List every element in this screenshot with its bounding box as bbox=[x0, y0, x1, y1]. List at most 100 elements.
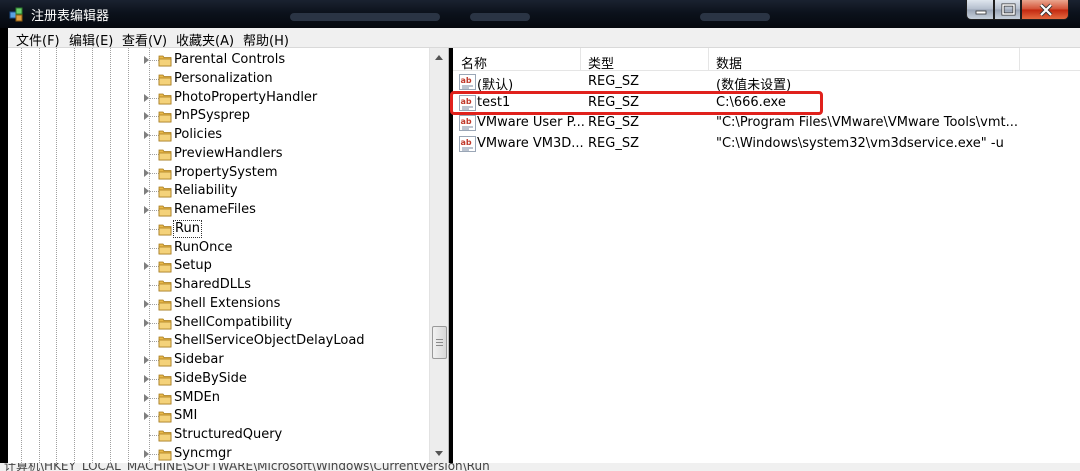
close-button[interactable] bbox=[1021, 0, 1069, 20]
folder-icon bbox=[158, 72, 173, 87]
value-data: "C:\Program Files\VMware\VMware Tools\vm… bbox=[716, 115, 1019, 130]
svg-text:ab: ab bbox=[461, 117, 472, 126]
tree-scrollbar[interactable] bbox=[429, 48, 448, 463]
folder-icon bbox=[158, 91, 173, 106]
value-name: VMware VM3D... bbox=[477, 135, 584, 151]
status-bar: 计算机\HKEY_LOCAL_MACHINE\SOFTWARE\Microsof… bbox=[0, 463, 1080, 471]
tree-item[interactable]: Sidebar bbox=[8, 351, 428, 370]
minimize-icon bbox=[975, 10, 987, 15]
expand-arrow-icon[interactable] bbox=[144, 131, 149, 139]
expand-arrow-icon[interactable] bbox=[144, 168, 149, 177]
column-header-name[interactable]: 名称 bbox=[461, 53, 487, 72]
folder-icon bbox=[158, 203, 173, 218]
menu-favorites[interactable]: 收藏夹(A) bbox=[176, 30, 234, 49]
string-value-icon: ab bbox=[459, 135, 476, 152]
expand-arrow-icon[interactable] bbox=[144, 206, 149, 214]
column-header-type[interactable]: 类型 bbox=[588, 53, 614, 72]
menu-bar: 文件(F) 编辑(E) 查看(V) 收藏夹(A) 帮助(H) bbox=[8, 28, 1080, 49]
expand-arrow-icon[interactable] bbox=[144, 449, 149, 458]
expand-arrow-icon[interactable] bbox=[144, 112, 149, 121]
value-row[interactable]: ab VMware User P... REG_SZ "C:\Program File… bbox=[453, 113, 1080, 133]
menu-view[interactable]: 查看(V) bbox=[122, 30, 167, 49]
scroll-up-icon[interactable] bbox=[435, 55, 443, 60]
title-bar: 注册表编辑器 bbox=[0, 0, 1080, 28]
expand-arrow-icon[interactable] bbox=[144, 56, 149, 64]
tree-item[interactable]: PropertySystem bbox=[8, 164, 428, 183]
svg-text:ab: ab bbox=[461, 138, 472, 147]
folder-icon bbox=[158, 353, 173, 368]
maximize-icon bbox=[1001, 3, 1016, 16]
tree-item[interactable]: SharedDLLs bbox=[8, 276, 428, 295]
menu-file[interactable]: 文件(F) bbox=[16, 30, 60, 49]
tree-item-label: SMDEn bbox=[174, 389, 220, 405]
column-header-data[interactable]: 数据 bbox=[716, 53, 742, 72]
expand-arrow-icon[interactable] bbox=[144, 187, 149, 196]
folder-icon bbox=[158, 109, 173, 124]
expand-arrow-icon[interactable] bbox=[144, 318, 149, 327]
tree-item[interactable]: RenameFiles bbox=[8, 201, 428, 220]
value-type: REG_SZ bbox=[588, 74, 639, 89]
tree-item-label: StructuredQuery bbox=[174, 427, 283, 442]
folder-icon bbox=[158, 53, 173, 68]
tree-item-label: ShellServiceObjectDelayLoad bbox=[174, 333, 365, 349]
value-row[interactable]: ab VMware VM3D... REG_SZ "C:\Windows\system… bbox=[453, 134, 1080, 154]
tree-item[interactable]: Reliability bbox=[8, 182, 428, 201]
key-tree[interactable]: Parental Controls Personalization PhotoPro… bbox=[8, 48, 449, 463]
tree-item-label: Sidebar bbox=[174, 352, 224, 367]
tree-item[interactable]: PnPSysprep bbox=[8, 107, 428, 126]
tree-item-label: SideBySide bbox=[174, 370, 247, 386]
tree-item-label: Shell Extensions bbox=[174, 295, 281, 311]
tree-item[interactable]: ShellCompatibility bbox=[8, 314, 428, 333]
tree-item-label: PropertySystem bbox=[174, 164, 278, 180]
tree-item[interactable]: StructuredQuery bbox=[8, 426, 428, 445]
tree-item[interactable]: PhotoPropertyHandler bbox=[8, 89, 428, 108]
folder-icon bbox=[158, 447, 173, 462]
tree-item[interactable]: Personalization bbox=[8, 70, 428, 89]
tree-item[interactable]: RunOnce bbox=[8, 239, 428, 258]
tree-item[interactable]: ShellServiceObjectDelayLoad bbox=[8, 332, 428, 351]
tree-item[interactable]: SMDEn bbox=[8, 389, 428, 408]
folder-icon bbox=[158, 241, 173, 256]
folder-icon bbox=[158, 428, 173, 443]
scroll-down-icon[interactable] bbox=[435, 451, 443, 456]
value-type: REG_SZ bbox=[588, 135, 639, 151]
tree-item-label: Parental Controls bbox=[174, 52, 286, 67]
value-type: REG_SZ bbox=[588, 115, 639, 130]
tree-item[interactable]: Shell Extensions bbox=[8, 295, 428, 314]
tree-item[interactable]: Policies bbox=[8, 126, 428, 145]
tree-item-label: SMI bbox=[174, 408, 198, 424]
tree-item[interactable]: Syncmgr bbox=[8, 445, 428, 463]
tree-item[interactable]: SMI bbox=[8, 407, 428, 426]
window-title: 注册表编辑器 bbox=[31, 9, 110, 24]
tree-item-label: PreviewHandlers bbox=[174, 145, 283, 161]
registry-editor-icon bbox=[9, 7, 23, 22]
folder-icon bbox=[158, 184, 173, 199]
expand-arrow-icon[interactable] bbox=[144, 412, 149, 421]
tree-item[interactable]: Parental Controls bbox=[8, 51, 428, 70]
expand-arrow-icon[interactable] bbox=[144, 299, 149, 308]
tree-item-label: Setup bbox=[174, 258, 212, 274]
tree-item-label: Run bbox=[173, 219, 202, 238]
minimize-button[interactable] bbox=[966, 0, 994, 20]
expand-arrow-icon[interactable] bbox=[144, 393, 149, 402]
value-name: VMware User P... bbox=[477, 115, 585, 130]
tree-item[interactable]: SideBySide bbox=[8, 370, 428, 389]
tree-item-label: SharedDLLs bbox=[174, 277, 252, 292]
tree-item[interactable]: Setup bbox=[8, 257, 428, 276]
maximize-button[interactable] bbox=[994, 0, 1021, 20]
tree-item-label: Policies bbox=[174, 127, 223, 142]
value-row[interactable]: ab (默认) REG_SZ (数值未设置) bbox=[453, 72, 1080, 93]
expand-arrow-icon[interactable] bbox=[144, 356, 149, 364]
value-data: "C:\Windows\system32\vm3dservice.exe" -u bbox=[716, 135, 1004, 151]
tree-item[interactable]: PreviewHandlers bbox=[8, 145, 428, 164]
expand-arrow-icon[interactable] bbox=[144, 93, 149, 102]
folder-icon bbox=[158, 166, 173, 181]
expand-arrow-icon[interactable] bbox=[144, 374, 149, 383]
tree-item-label: PhotoPropertyHandler bbox=[174, 89, 318, 105]
tree-item-label: RenameFiles bbox=[174, 202, 256, 217]
scroll-thumb[interactable] bbox=[432, 326, 447, 359]
menu-help[interactable]: 帮助(H) bbox=[243, 30, 289, 49]
tree-item[interactable]: Run bbox=[8, 219, 428, 239]
expand-arrow-icon[interactable] bbox=[144, 262, 149, 271]
menu-edit[interactable]: 编辑(E) bbox=[69, 30, 113, 49]
